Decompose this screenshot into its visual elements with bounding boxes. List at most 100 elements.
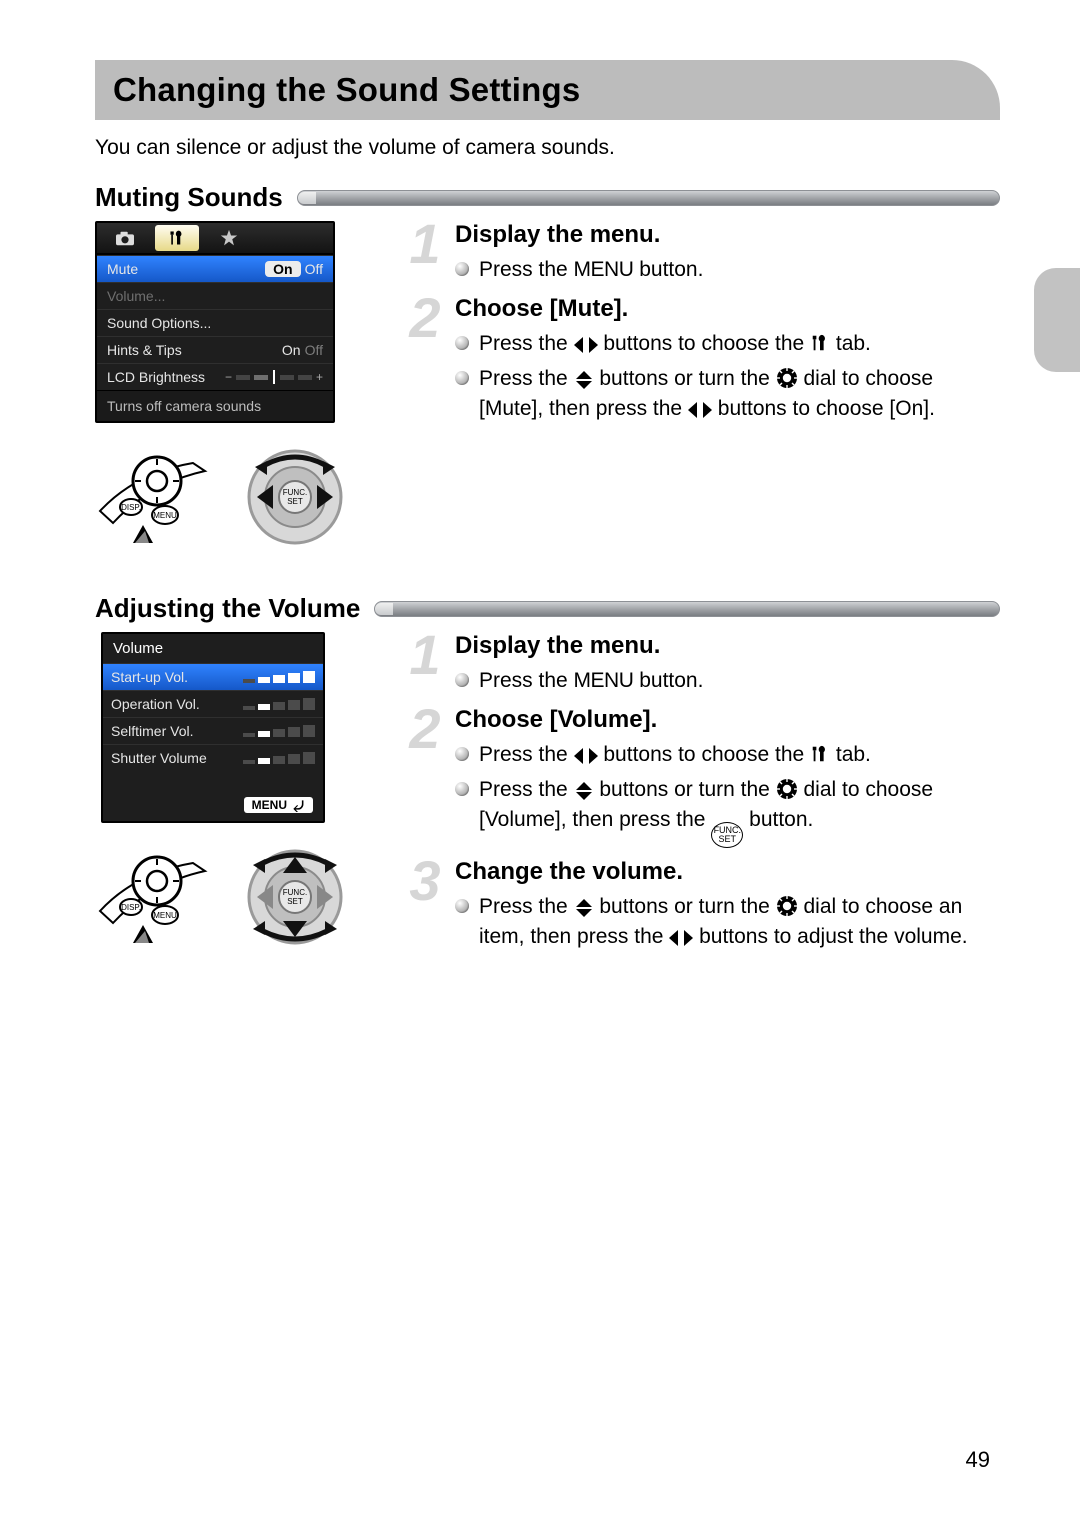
bullet: Press the buttons to choose the tab.	[455, 740, 1000, 770]
bullet: Press the buttons or turn the dial to ch…	[455, 892, 1000, 953]
step-title: Choose [Mute].	[455, 295, 1000, 323]
row-label: Operation Vol.	[111, 696, 200, 712]
volume-steps: 1 Display the menu. Press the MENU butto…	[405, 632, 1000, 963]
up-down-icon	[574, 782, 594, 800]
mute-columns: Mute On Off Volume... Sound Options... H…	[95, 221, 1000, 551]
menu-glyph: MENU	[574, 258, 634, 281]
tools-icon	[810, 332, 830, 354]
left-right-icon	[574, 336, 598, 354]
row-label: Hints & Tips	[107, 342, 182, 358]
page-title-bar: Changing the Sound Settings	[95, 60, 1000, 120]
row-label: Start-up Vol.	[111, 669, 188, 685]
bullet: Press the buttons or turn the dial to ch…	[455, 775, 1000, 848]
row-value: On Off	[265, 261, 323, 277]
hints-on: On	[282, 342, 301, 358]
page-title: Changing the Sound Settings	[113, 71, 580, 109]
lcd-slider: − +	[225, 370, 323, 384]
bullet-text: Press the buttons to choose the tab.	[479, 740, 1000, 770]
row-value: On Off	[282, 342, 323, 358]
step: 1 Display the menu. Press the MENU butto…	[405, 632, 1000, 700]
step: 1 Display the menu. Press the MENU butto…	[405, 221, 1000, 289]
volume-left-column: Volume Start-up Vol. Operation Vol. Self…	[95, 632, 375, 951]
bullet-text: Press the MENU button.	[479, 666, 1000, 696]
up-down-icon	[574, 899, 594, 917]
bullet-dot-icon	[455, 747, 469, 761]
bullet-text: Press the buttons or turn the dial to ch…	[479, 892, 1000, 953]
row-label: Mute	[107, 261, 138, 277]
step-number: 2	[405, 706, 445, 851]
vol-row-selftimer: Selftimer Vol.	[103, 717, 323, 744]
camera-body-menu-icon: DISP. MENU	[95, 843, 215, 951]
camera-menu-mute: Mute On Off Volume... Sound Options... H…	[95, 221, 335, 423]
bullet-text: Press the buttons or turn the dial to ch…	[479, 775, 1000, 848]
dial-icon	[776, 367, 798, 389]
page-number: 49	[966, 1447, 990, 1473]
step: 3 Change the volume. Press the buttons o…	[405, 858, 1000, 957]
volume-bars	[243, 725, 315, 737]
mute-off: Off	[305, 261, 323, 277]
up-down-icon	[574, 371, 594, 389]
menu-help-text: Turns off camera sounds	[97, 390, 333, 421]
menu-row-volume: Volume...	[97, 282, 333, 309]
bullet: Press the MENU button.	[455, 255, 1000, 285]
bullet-dot-icon	[455, 899, 469, 913]
section-heading-volume: Adjusting the Volume	[95, 593, 1000, 624]
dpad-all-icon: FUNC. SET	[235, 843, 355, 951]
svg-text:MENU: MENU	[153, 511, 177, 520]
step-title: Choose [Volume].	[455, 706, 1000, 734]
mute-on-pill: On	[265, 261, 300, 277]
menu-row-sound-options: Sound Options...	[97, 309, 333, 336]
section-heading-mute: Muting Sounds	[95, 182, 1000, 213]
menu-glyph: MENU	[574, 669, 634, 692]
bullet: Press the buttons to choose the tab.	[455, 329, 1000, 359]
bullet-dot-icon	[455, 262, 469, 276]
intro-text: You can silence or adjust the volume of …	[95, 136, 1000, 160]
svg-text:FUNC.: FUNC.	[283, 488, 307, 497]
bullet: Press the buttons or turn the dial to ch…	[455, 364, 1000, 425]
step-number: 1	[405, 632, 445, 700]
bullet-dot-icon	[455, 371, 469, 385]
volume-menu-footer: MENU	[103, 771, 323, 821]
tab-camera-icon	[103, 225, 147, 251]
tools-icon	[810, 743, 830, 765]
svg-text:SET: SET	[287, 897, 303, 906]
vol-row-startup: Start-up Vol.	[103, 663, 323, 690]
bullet-text: Press the MENU button.	[479, 255, 1000, 285]
menu-rows: Mute On Off Volume... Sound Options... H…	[97, 255, 333, 390]
step-body: Display the menu. Press the MENU button.	[455, 221, 1000, 289]
camera-illustration-pair: DISP. MENU FUNC. SET	[95, 843, 375, 951]
volume-menu-title: Volume	[103, 634, 323, 663]
row-label: Volume...	[107, 288, 165, 304]
menu-row-mute: Mute On Off	[97, 255, 333, 282]
vol-row-shutter: Shutter Volume	[103, 744, 323, 771]
svg-text:SET: SET	[287, 497, 303, 506]
step: 2 Choose [Volume]. Press the buttons to …	[405, 706, 1000, 851]
step-title: Display the menu.	[455, 632, 1000, 660]
bullet-text: Press the buttons or turn the dial to ch…	[479, 364, 1000, 425]
step-body: Choose [Mute]. Press the buttons to choo…	[455, 295, 1000, 428]
tab-tools-icon	[155, 225, 199, 251]
mute-left-column: Mute On Off Volume... Sound Options... H…	[95, 221, 375, 551]
row-label: LCD Brightness	[107, 369, 205, 385]
step-number: 1	[405, 221, 445, 289]
row-label: Sound Options...	[107, 315, 211, 331]
dpad-lr-icon: FUNC. SET	[235, 443, 355, 551]
row-label: Shutter Volume	[111, 750, 207, 766]
volume-bars	[243, 752, 315, 764]
menu-row-hints: Hints & Tips On Off	[97, 336, 333, 363]
volume-columns: Volume Start-up Vol. Operation Vol. Self…	[95, 632, 1000, 963]
camera-body-menu-icon: DISP. MENU	[95, 443, 215, 551]
svg-text:FUNC.: FUNC.	[283, 888, 307, 897]
vol-row-operation: Operation Vol.	[103, 690, 323, 717]
bullet-dot-icon	[455, 782, 469, 796]
row-label: Selftimer Vol.	[111, 723, 193, 739]
menu-back-tag: MENU	[244, 797, 313, 813]
menu-tabs	[97, 223, 333, 255]
step-title: Display the menu.	[455, 221, 1000, 249]
menu-row-lcd: LCD Brightness − +	[97, 363, 333, 390]
section-title: Adjusting the Volume	[95, 593, 360, 624]
step-number: 3	[405, 858, 445, 957]
bullet-dot-icon	[455, 336, 469, 350]
camera-menu-volume: Volume Start-up Vol. Operation Vol. Self…	[101, 632, 325, 823]
bullet: Press the MENU button.	[455, 666, 1000, 696]
